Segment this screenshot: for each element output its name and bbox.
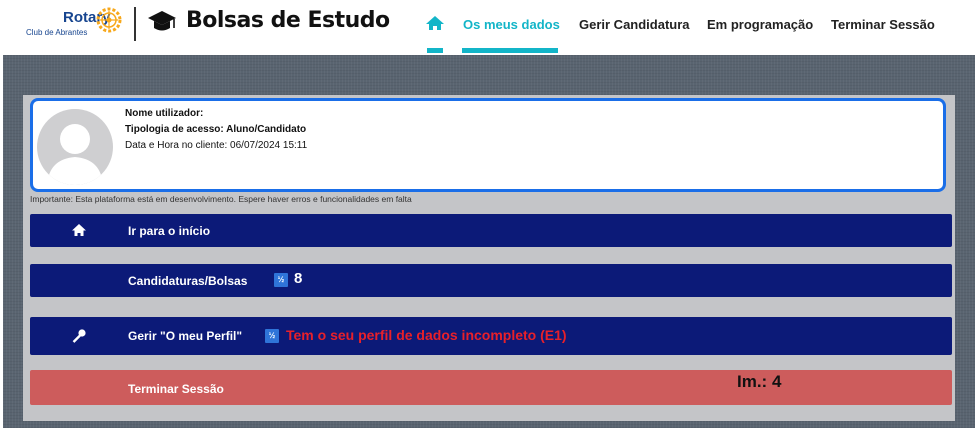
- dashboard-panel: Nome utilizador: Tipologia de acesso: Al…: [23, 95, 955, 421]
- dev-warning-text: Importante: Esta plataforma está em dese…: [30, 194, 412, 204]
- menu-profile-button[interactable]: Gerir "O meu Perfil" ½ Tem o seu perfil …: [30, 317, 952, 355]
- applications-count: 8: [294, 270, 303, 287]
- avatar: [37, 109, 113, 185]
- main-area: Nome utilizador: Tipologia de acesso: Al…: [3, 55, 975, 428]
- nav-active-indicator: [462, 48, 558, 53]
- menu-applications-button[interactable]: Candidaturas/Bolsas ½ 8: [30, 264, 952, 297]
- im-counter: Im.: 4: [737, 372, 782, 391]
- menu-logout-button[interactable]: Terminar Sessão Im.: 4: [30, 370, 952, 405]
- menu-home-button[interactable]: Ir para o início: [30, 214, 952, 247]
- profile-incomplete-alert: Tem o seu perfil de dados incompleto (E1…: [286, 327, 567, 343]
- nav-em-programacao[interactable]: Em programação: [707, 17, 813, 32]
- home-icon: [72, 224, 86, 236]
- menu-home-label: Ir para o início: [128, 224, 211, 238]
- profile-card: Nome utilizador: Tipologia de acesso: Al…: [30, 98, 946, 192]
- top-navbar: Rotary Club de Abrantes Bolsas de Estudo…: [0, 0, 975, 53]
- rotary-wheel-icon: [96, 7, 122, 33]
- key-icon: [72, 329, 86, 343]
- user-name-label: Nome utilizador:: [125, 108, 204, 119]
- menu-profile-label: Gerir "O meu Perfil": [128, 329, 243, 343]
- brand-club-text: Club de Abrantes: [26, 28, 88, 37]
- brand-divider: [134, 7, 136, 41]
- graduation-cap-icon: [148, 11, 176, 31]
- fraction-badge-icon: ½: [265, 329, 279, 343]
- home-active-indicator: [427, 48, 443, 53]
- home-nav-icon[interactable]: [425, 13, 445, 33]
- profile-info: Nome utilizador: Tipologia de acesso: Al…: [125, 106, 307, 154]
- nav-terminar-sessao[interactable]: Terminar Sessão: [831, 17, 935, 32]
- menu-logout-label: Terminar Sessão: [128, 382, 224, 396]
- menu-applications-label: Candidaturas/Bolsas: [128, 274, 248, 288]
- fraction-badge-icon: ½: [274, 273, 288, 287]
- nav-gerir-candidatura[interactable]: Gerir Candidatura: [579, 17, 690, 32]
- access-type-label: Tipologia de acesso: Aluno/Candidato: [125, 124, 307, 135]
- rotary-logo[interactable]: Rotary Club de Abrantes: [26, 7, 122, 41]
- client-datetime-label: Data e Hora no cliente: 06/07/2024 15:11: [125, 140, 308, 151]
- user-silhouette-icon: [47, 124, 103, 185]
- nav-os-meus-dados[interactable]: Os meus dados: [463, 17, 560, 32]
- app-title: Bolsas de Estudo: [186, 8, 390, 33]
